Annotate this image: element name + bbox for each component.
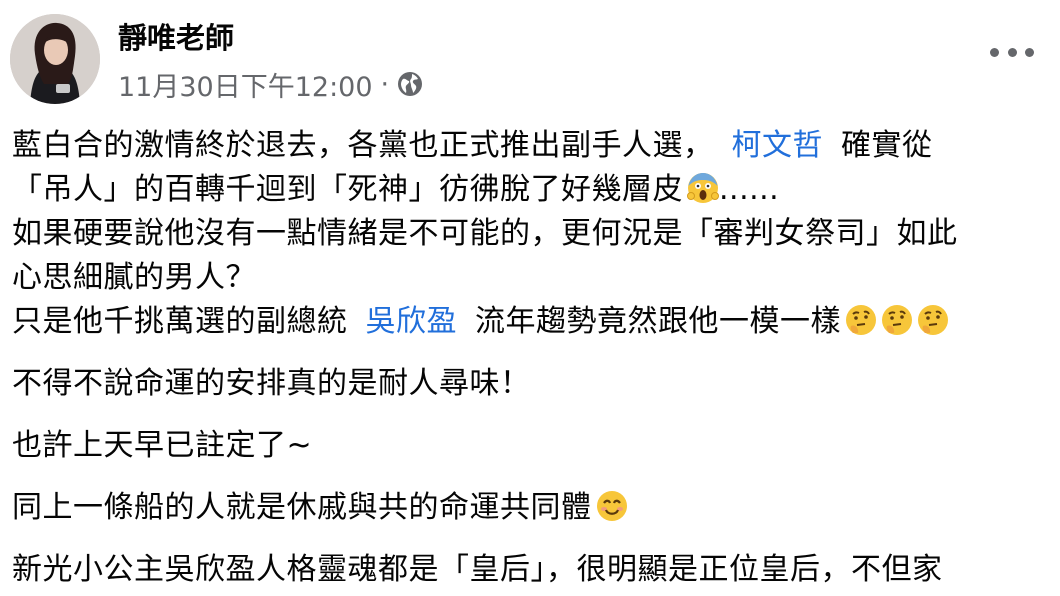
text-line: 不得不說命運的安排真的是耐人尋味！ xyxy=(12,366,531,401)
thinking-face-icon xyxy=(882,305,912,335)
text-segment: ...... xyxy=(719,172,780,207)
more-options-dot xyxy=(1025,47,1034,57)
author-photo xyxy=(10,14,100,104)
text-line: 「吊人」的百轉千迴到「死神」彷彿脫了好幾層皮 ...... xyxy=(12,168,1052,212)
mention-link[interactable]: 吳欣盈 xyxy=(366,304,458,339)
text-line: 同上一條船的人就是休戚與共的命運共同體 xyxy=(12,486,1052,530)
text-segment: 確實從 xyxy=(841,128,933,163)
more-options-dot xyxy=(1007,47,1017,57)
thinking-face-icon xyxy=(918,305,948,335)
mention-link[interactable]: 柯文哲 xyxy=(732,128,824,163)
text-segment: 流年趨勢竟然跟他一模一樣 xyxy=(475,304,841,339)
text-line: 如果硬要說他沒有一點情緒是不可能的，更何況是「審判女祭司」如此 xyxy=(12,216,958,251)
author-name[interactable]: 靜唯老師 xyxy=(118,18,234,58)
more-options-dot xyxy=(990,47,999,57)
avatar[interactable] xyxy=(10,14,100,104)
more-options-button[interactable] xyxy=(990,40,1034,64)
text-line: 新光小公主吳欣盈人格靈魂都是「皇后」，很明顯是正位皇后，不但家 xyxy=(12,552,943,587)
post-meta: 11月30日下午12:00 · xyxy=(118,65,423,104)
text-segment: 只是他千挑萬選的副總統 xyxy=(12,304,348,339)
face-screaming-in-fear-icon xyxy=(687,173,719,203)
post-body: 藍白合的激情終於退去，各黨也正式推出副手人選， 柯文哲 確實從 「吊人」的百轉千迴到… xyxy=(12,124,1052,592)
facebook-post: 靜唯老師 11月30日下午12:00 · 藍白合的激情終於退去，各黨也正式推出副… xyxy=(0,0,1060,596)
text-line: 也許上天早已註定了~ xyxy=(12,428,313,463)
text-segment: 「吊人」的百轉千迴到「死神」彷彿脫了好幾層皮 xyxy=(12,172,683,207)
text-line: 藍白合的激情終於退去，各黨也正式推出副手人選， 柯文哲 確實從 xyxy=(12,124,1052,168)
thinking-face-icon xyxy=(846,305,876,335)
text-line: 心思細膩的男人？ xyxy=(12,260,256,295)
meta-separator: · xyxy=(380,68,390,100)
text-line: 只是他千挑萬選的副總統 吳欣盈 流年趨勢竟然跟他一模一樣 xyxy=(12,300,1052,344)
smiling-face-icon xyxy=(596,491,627,521)
post-timestamp[interactable]: 11月30日下午12:00 xyxy=(118,65,373,104)
text-segment: 藍白合的激情終於退去，各黨也正式推出副手人選， xyxy=(12,128,714,163)
globe-icon[interactable] xyxy=(397,71,423,97)
text-segment: 同上一條船的人就是休戚與共的命運共同體 xyxy=(12,490,592,525)
